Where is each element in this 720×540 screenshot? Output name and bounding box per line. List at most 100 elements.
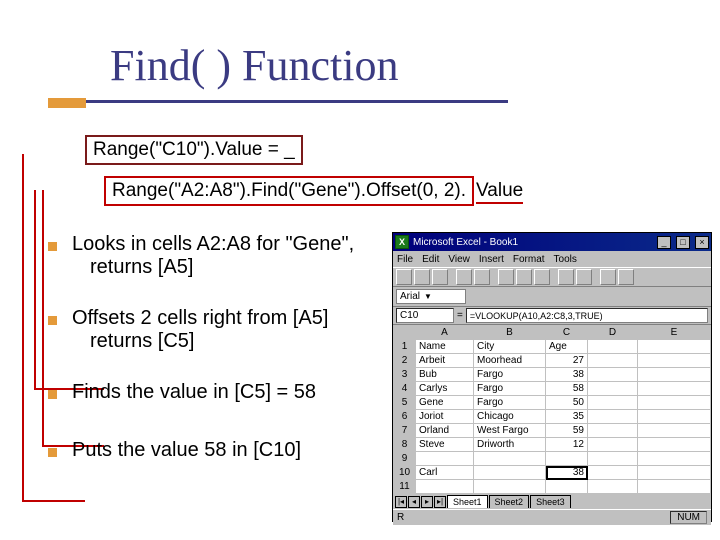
toolbar-paste-icon[interactable] xyxy=(534,269,550,285)
minimize-button[interactable]: _ xyxy=(657,236,671,249)
cell[interactable] xyxy=(638,438,711,452)
cell[interactable] xyxy=(588,382,638,396)
sheet-tab-2[interactable]: Sheet2 xyxy=(489,495,530,508)
maximize-button[interactable]: □ xyxy=(676,236,690,249)
toolbar-save-icon[interactable] xyxy=(432,269,448,285)
toolbar-print-icon[interactable] xyxy=(456,269,472,285)
cell[interactable]: City xyxy=(474,340,546,354)
cell[interactable]: 27 xyxy=(546,354,588,368)
toolbar-open-icon[interactable] xyxy=(414,269,430,285)
row-header[interactable]: 9 xyxy=(394,452,416,466)
toolbar-new-icon[interactable] xyxy=(396,269,412,285)
cell[interactable] xyxy=(588,480,638,494)
cell[interactable]: 59 xyxy=(546,424,588,438)
cell[interactable]: 35 xyxy=(546,410,588,424)
toolbar-copy-icon[interactable] xyxy=(516,269,532,285)
cell[interactable]: Name xyxy=(416,340,474,354)
menu-view[interactable]: View xyxy=(448,254,470,265)
cell[interactable] xyxy=(588,340,638,354)
toolbar-redo-icon[interactable] xyxy=(576,269,592,285)
cell[interactable]: Chicago xyxy=(474,410,546,424)
cell[interactable]: Arbeit xyxy=(416,354,474,368)
cell[interactable] xyxy=(638,368,711,382)
cell[interactable] xyxy=(638,382,711,396)
cell[interactable] xyxy=(474,452,546,466)
cell[interactable] xyxy=(588,396,638,410)
row-header[interactable]: 11 xyxy=(394,480,416,494)
toolbar-chart-icon[interactable] xyxy=(618,269,634,285)
name-box[interactable]: C10 xyxy=(396,308,454,323)
cell[interactable]: Fargo xyxy=(474,382,546,396)
cell[interactable] xyxy=(638,466,711,480)
cell[interactable] xyxy=(588,410,638,424)
cell[interactable] xyxy=(474,466,546,480)
menu-format[interactable]: Format xyxy=(513,254,545,265)
cell[interactable] xyxy=(588,368,638,382)
tab-nav-next-icon[interactable]: ▸ xyxy=(421,496,433,508)
col-header-C[interactable]: C xyxy=(546,326,588,340)
cell[interactable] xyxy=(546,480,588,494)
close-button[interactable]: × xyxy=(695,236,709,249)
col-header-D[interactable]: D xyxy=(588,326,638,340)
menu-tools[interactable]: Tools xyxy=(554,254,577,265)
font-name-dropdown[interactable]: Arial ▼ xyxy=(396,289,466,304)
row-header[interactable]: 5 xyxy=(394,396,416,410)
cell[interactable] xyxy=(638,480,711,494)
row-header[interactable]: 3 xyxy=(394,368,416,382)
cell[interactable] xyxy=(546,452,588,466)
select-all-corner[interactable] xyxy=(394,326,416,340)
cell[interactable] xyxy=(588,354,638,368)
row-header[interactable]: 1 xyxy=(394,340,416,354)
menu-edit[interactable]: Edit xyxy=(422,254,439,265)
cell[interactable] xyxy=(416,452,474,466)
menu-file[interactable]: File xyxy=(397,254,413,265)
cell[interactable]: Age xyxy=(546,340,588,354)
toolbar-sort-icon[interactable] xyxy=(600,269,616,285)
cell[interactable] xyxy=(638,424,711,438)
sheet-tab-1[interactable]: Sheet1 xyxy=(447,495,488,508)
cell[interactable]: Moorhead xyxy=(474,354,546,368)
cell[interactable] xyxy=(638,396,711,410)
cell[interactable] xyxy=(474,480,546,494)
cell[interactable]: Orland xyxy=(416,424,474,438)
spreadsheet-grid[interactable]: A B C D E 1NameCityAge 2ArbeitMoorhead27… xyxy=(393,325,711,493)
row-header[interactable]: 2 xyxy=(394,354,416,368)
tab-nav-last-icon[interactable]: ▸| xyxy=(434,496,446,508)
cell[interactable]: 38 xyxy=(546,368,588,382)
cell[interactable] xyxy=(638,340,711,354)
row-header[interactable]: 4 xyxy=(394,382,416,396)
toolbar-undo-icon[interactable] xyxy=(558,269,574,285)
cell[interactable]: Bub xyxy=(416,368,474,382)
cell[interactable] xyxy=(416,480,474,494)
toolbar-preview-icon[interactable] xyxy=(474,269,490,285)
formula-input[interactable]: =VLOOKUP(A10,A2:C8,3,TRUE) xyxy=(466,308,708,323)
cell[interactable]: 58 xyxy=(546,382,588,396)
toolbar-cut-icon[interactable] xyxy=(498,269,514,285)
cell[interactable] xyxy=(638,452,711,466)
cell[interactable]: Gene xyxy=(416,396,474,410)
cell[interactable]: Joriot xyxy=(416,410,474,424)
cell[interactable] xyxy=(588,452,638,466)
col-header-A[interactable]: A xyxy=(416,326,474,340)
tab-nav-first-icon[interactable]: |◂ xyxy=(395,496,407,508)
menu-insert[interactable]: Insert xyxy=(479,254,504,265)
row-header[interactable]: 7 xyxy=(394,424,416,438)
cell[interactable]: Carl xyxy=(416,466,474,480)
cell[interactable] xyxy=(588,438,638,452)
col-header-E[interactable]: E xyxy=(638,326,711,340)
cell[interactable]: West Fargo xyxy=(474,424,546,438)
cell[interactable] xyxy=(588,424,638,438)
tab-nav-prev-icon[interactable]: ◂ xyxy=(408,496,420,508)
cell[interactable]: Steve xyxy=(416,438,474,452)
cell[interactable] xyxy=(638,354,711,368)
row-header[interactable]: 8 xyxy=(394,438,416,452)
cell[interactable] xyxy=(638,410,711,424)
row-header[interactable]: 6 xyxy=(394,410,416,424)
sheet-tab-3[interactable]: Sheet3 xyxy=(530,495,571,508)
col-header-B[interactable]: B xyxy=(474,326,546,340)
row-header[interactable]: 10 xyxy=(394,466,416,480)
cell[interactable]: 12 xyxy=(546,438,588,452)
cell[interactable]: Carlys xyxy=(416,382,474,396)
cell[interactable] xyxy=(588,466,638,480)
cell[interactable]: Driworth xyxy=(474,438,546,452)
